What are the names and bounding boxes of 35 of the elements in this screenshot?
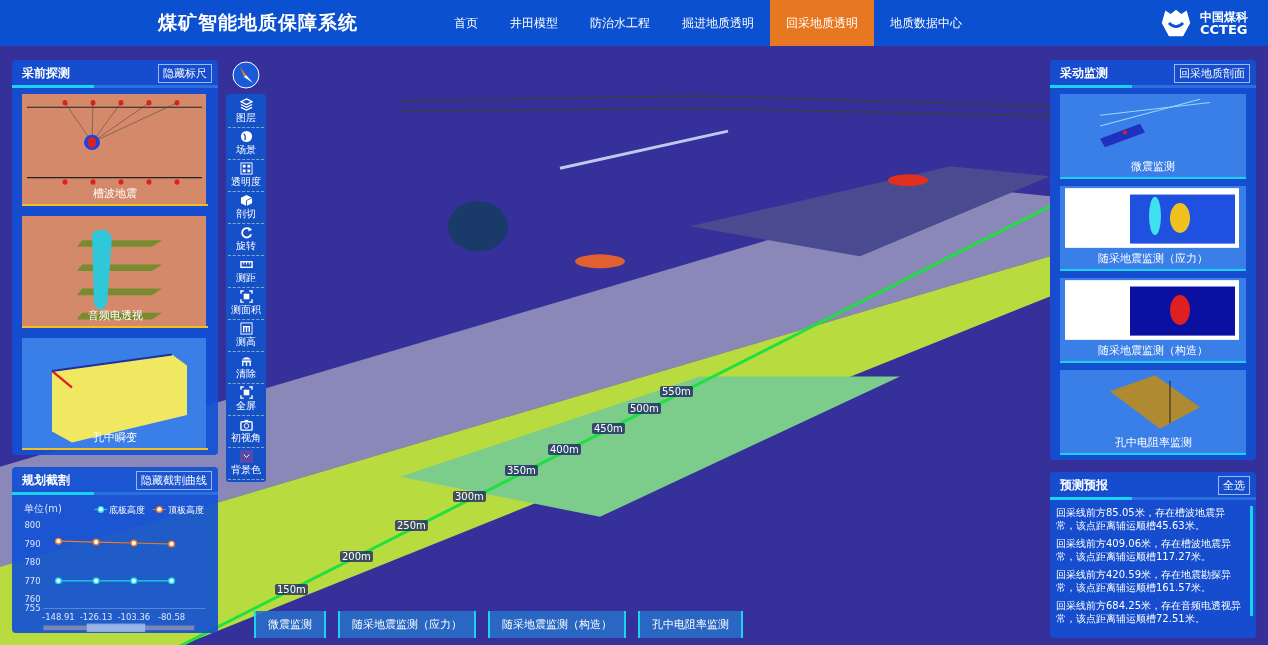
distance-label: 500m [628, 403, 661, 414]
card-caption: 槽波地震 [92, 186, 138, 201]
axis-tick: 770 [24, 575, 41, 586]
distance-label: 400m [548, 444, 581, 455]
app-title: 煤矿智能地质保障系统 [158, 10, 359, 35]
axis-label: 单位(m) [24, 503, 62, 515]
card-caption: 随采地震监测（构造） [1097, 343, 1209, 358]
distance-label: 200m [340, 551, 373, 562]
card-caption: 随采地震监测（应力） [1097, 251, 1209, 266]
axis-tick: -148.91 [42, 611, 75, 622]
card-caption: 微震监测 [1130, 159, 1176, 174]
card-caption: 孔中电阻率监测 [1113, 435, 1193, 450]
axis-tick: 755 [24, 603, 41, 614]
panel-title: 采前探测 [22, 65, 70, 82]
axis-tick: 760 [24, 594, 41, 605]
axis-tick: -126.13 [79, 611, 113, 622]
distance-label: 450m [592, 423, 625, 434]
distance-label: 350m [505, 465, 538, 476]
panel-title: 采动监测 [1060, 65, 1108, 82]
distance-label: 550m [660, 386, 693, 397]
axis-tick: -103.36 [117, 611, 151, 622]
logo-name: 中国煤科 [1200, 10, 1248, 23]
distance-label: 250m [395, 520, 428, 531]
axis-tick: -80.58 [157, 611, 186, 622]
panel-title: 预测预报 [1060, 477, 1108, 494]
panel-title: 规划截割 [22, 472, 70, 489]
legend-label: 顶板高度 [167, 504, 204, 516]
distance-label: 150m [275, 584, 308, 595]
logo-abbr: CCTEG [1200, 22, 1248, 36]
legend-label: 底板高度 [109, 504, 146, 516]
axis-tick: 800 [24, 520, 41, 531]
distance-label: 300m [453, 491, 486, 502]
axis-tick: 790 [24, 538, 41, 549]
card-caption: 音频电透视 [86, 308, 144, 323]
axis-tick: 780 [24, 557, 41, 568]
